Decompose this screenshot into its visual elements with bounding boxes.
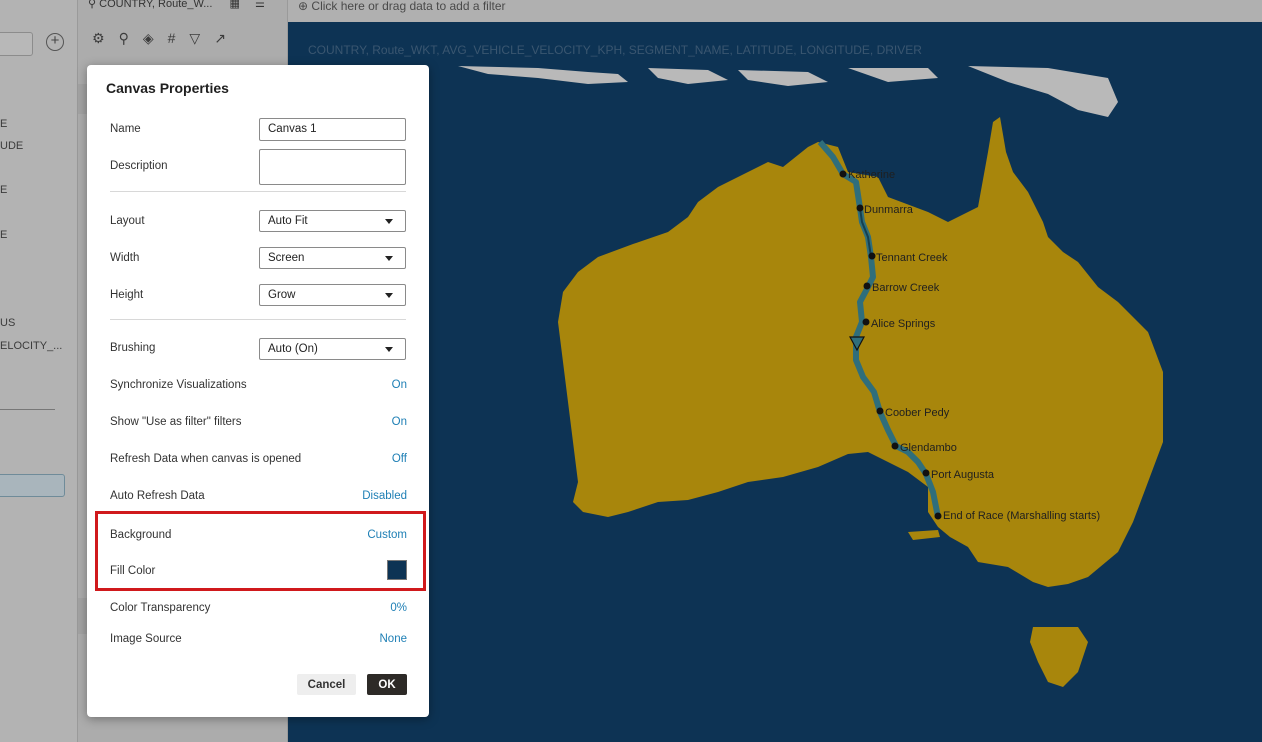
canvas[interactable]: COUNTRY, Route_WKT, AVG_VEHICLE_VELOCITY… (288, 22, 1262, 742)
filters-toggle[interactable]: On (392, 416, 407, 428)
divider (110, 191, 406, 192)
search-input[interactable] (0, 32, 33, 56)
sync-row: Synchronize Visualizations On (110, 374, 407, 398)
autorefresh-label: Auto Refresh Data (110, 490, 205, 502)
city-marker (876, 407, 884, 415)
filters-row: Show "Use as filter" filters On (110, 411, 407, 435)
chevron-down-icon (385, 219, 393, 224)
sync-toggle[interactable]: On (392, 379, 407, 391)
brushing-select[interactable]: Auto (On) (259, 338, 406, 360)
table-icon[interactable]: ▦ (230, 0, 240, 10)
layout-label: Layout (110, 215, 145, 227)
column-fragment: US (0, 317, 16, 329)
panel-tab[interactable]: ⚲ COUNTRY, Route_W... ▦ ☰ (88, 0, 265, 10)
city-marker (862, 318, 870, 326)
filters-label: Show "Use as filter" filters (110, 416, 242, 428)
city-marker (868, 252, 876, 260)
properties-icon[interactable]: ☰ (255, 0, 265, 10)
australia-map[interactable]: Katherine Dunmarra Tennant Creek Barrow … (288, 22, 1262, 742)
tasmania-shape (1030, 627, 1088, 687)
autorefresh-row: Auto Refresh Data Disabled (110, 485, 407, 509)
pin-icon[interactable]: ⚲ (119, 30, 129, 50)
height-label: Height (110, 289, 144, 301)
column-fragment: E (0, 229, 8, 241)
height-select[interactable]: Grow (259, 284, 406, 306)
width-value: Screen (268, 252, 305, 264)
layers-icon[interactable]: ◈ (143, 30, 154, 50)
hash-icon[interactable]: # (168, 30, 176, 50)
add-icon[interactable]: + (46, 33, 64, 51)
gear-icon[interactable]: ⚙ (92, 30, 105, 50)
city-marker (934, 512, 942, 520)
column-fragment: E (0, 118, 8, 130)
filter-placeholder: Click here or drag data to add a filter (311, 0, 506, 13)
city-label: Alice Springs (871, 318, 936, 330)
ok-button[interactable]: OK (367, 674, 407, 695)
transparency-value[interactable]: 0% (390, 602, 407, 614)
city-label: Coober Pedy (885, 407, 950, 419)
city-label: Dunmarra (864, 204, 914, 216)
city-marker (863, 282, 871, 290)
panel-tab-label: COUNTRY, Route_W... (99, 0, 213, 10)
name-input[interactable]: Canvas 1 (259, 118, 406, 141)
name-label: Name (110, 123, 141, 135)
refresh-toggle[interactable]: Off (392, 453, 407, 465)
panel-toolbar: ⚙ ⚲ ◈ # ▽ ↗ (78, 30, 289, 50)
city-marker (922, 469, 930, 477)
canvas-properties-dialog: Canvas Properties Name Canvas 1 Descript… (87, 65, 429, 717)
island-shape (848, 68, 938, 82)
sync-label: Synchronize Visualizations (110, 379, 247, 391)
left-panel: + E UDE E E US ELOCITY_... (0, 0, 77, 742)
highlight-box (95, 511, 426, 591)
column-fragment: UDE (0, 140, 24, 152)
island-shape (908, 530, 940, 540)
island-shape (458, 66, 628, 84)
panel-field[interactable] (0, 474, 65, 497)
filter-bar[interactable]: ⊕ Click here or drag data to add a filte… (288, 0, 1262, 22)
island-shape (648, 68, 728, 84)
width-label: Width (110, 252, 140, 264)
dialog-title: Canvas Properties (106, 80, 229, 96)
chevron-down-icon (385, 256, 393, 261)
city-label: Barrow Creek (872, 282, 940, 294)
layout-select[interactable]: Auto Fit (259, 210, 406, 232)
city-label: Port Augusta (931, 469, 995, 481)
width-select[interactable]: Screen (259, 247, 406, 269)
height-value: Grow (268, 289, 296, 301)
transparency-row: Color Transparency 0% (110, 597, 407, 621)
image-source-row: Image Source None (110, 628, 407, 652)
chevron-down-icon (385, 347, 393, 352)
city-marker (856, 204, 864, 212)
city-label: Tennant Creek (876, 252, 948, 264)
autorefresh-toggle[interactable]: Disabled (362, 490, 407, 502)
chevron-down-icon (385, 293, 393, 298)
refresh-label: Refresh Data when canvas is opened (110, 453, 302, 465)
filter-icon[interactable]: ▽ (189, 30, 200, 50)
map-icon: ⚲ (88, 0, 97, 10)
image-source-value[interactable]: None (380, 633, 408, 645)
city-marker (891, 442, 899, 450)
layout-value: Auto Fit (268, 215, 308, 227)
transparency-label: Color Transparency (110, 602, 211, 614)
trend-icon[interactable]: ↗ (214, 30, 226, 50)
island-shape (738, 70, 828, 86)
description-label: Description (110, 160, 168, 172)
city-marker (839, 170, 847, 178)
refresh-row: Refresh Data when canvas is opened Off (110, 448, 407, 472)
divider (110, 319, 406, 320)
column-fragment: ELOCITY_... (0, 340, 63, 352)
island-shape (968, 66, 1118, 117)
image-source-label: Image Source (110, 633, 182, 645)
column-fragment: E (0, 184, 8, 196)
city-label: Katherine (848, 169, 895, 181)
brushing-value: Auto (On) (268, 343, 318, 355)
brushing-label: Brushing (110, 342, 156, 354)
description-input[interactable] (259, 149, 406, 185)
city-label: Glendambo (900, 442, 957, 454)
cancel-button[interactable]: Cancel (297, 674, 356, 695)
divider (0, 409, 55, 410)
city-label: End of Race (Marshalling starts) (943, 510, 1100, 522)
add-filter-icon: ⊕ (298, 0, 309, 13)
